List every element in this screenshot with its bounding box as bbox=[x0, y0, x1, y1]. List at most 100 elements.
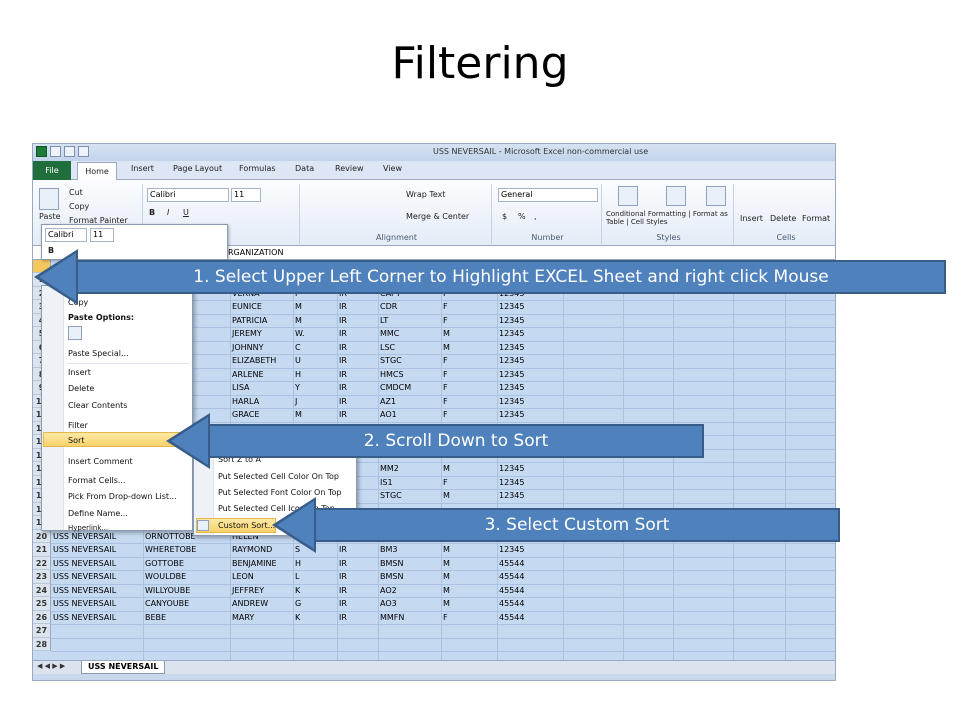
styles-buttons[interactable]: Conditional Formatting | Format as Table… bbox=[606, 210, 732, 226]
table-cell[interactable]: IS1 bbox=[380, 476, 393, 489]
table-cell[interactable]: 45544 bbox=[499, 584, 524, 597]
table-cell[interactable]: M bbox=[443, 462, 450, 475]
table-cell[interactable]: 12345 bbox=[499, 408, 524, 421]
tab-data[interactable]: Data bbox=[295, 164, 314, 173]
table-cell[interactable]: IR bbox=[339, 368, 347, 381]
menu-define-name[interactable]: Define Name... bbox=[68, 509, 128, 518]
table-cell[interactable]: USS NEVERSAIL bbox=[53, 570, 116, 583]
table-cell[interactable]: GRACE bbox=[232, 408, 259, 421]
table-cell[interactable]: 45544 bbox=[499, 570, 524, 583]
wrap-text-button[interactable]: Wrap Text bbox=[406, 190, 446, 199]
table-cell[interactable]: EUNICE bbox=[232, 300, 262, 313]
table-cell[interactable]: M bbox=[295, 314, 302, 327]
table-cell[interactable]: H bbox=[295, 368, 301, 381]
table-cell[interactable]: H bbox=[295, 557, 301, 570]
table-cell[interactable]: F bbox=[443, 300, 448, 313]
excel-icon[interactable] bbox=[36, 146, 47, 157]
format-table-icon[interactable] bbox=[666, 186, 686, 206]
sheet-nav-arrows[interactable]: ◀ ◀ ▶ ▶ bbox=[37, 662, 65, 670]
insert-cells-button[interactable]: Insert bbox=[740, 214, 763, 223]
table-cell[interactable]: U bbox=[295, 354, 301, 367]
custom-sort-item[interactable]: Custom Sort... bbox=[218, 521, 275, 530]
table-cell[interactable]: BEBE bbox=[145, 611, 166, 624]
table-cell[interactable]: M bbox=[295, 300, 302, 313]
table-cell[interactable]: HMCS bbox=[380, 368, 404, 381]
table-cell[interactable]: MMFN bbox=[380, 611, 404, 624]
menu-insert[interactable]: Insert bbox=[68, 368, 91, 377]
table-cell[interactable]: L bbox=[295, 570, 299, 583]
table-cell[interactable]: M bbox=[443, 489, 450, 502]
number-format-select[interactable]: General bbox=[498, 188, 598, 202]
row-header[interactable]: 21 bbox=[33, 543, 51, 557]
table-cell[interactable]: 12345 bbox=[499, 381, 524, 394]
table-cell[interactable]: LT bbox=[380, 314, 388, 327]
merge-center-button[interactable]: Merge & Center bbox=[406, 212, 469, 221]
table-cell[interactable]: WOULDBE bbox=[145, 570, 186, 583]
table-cell[interactable]: USS NEVERSAIL bbox=[53, 597, 116, 610]
table-cell[interactable]: M bbox=[443, 543, 450, 556]
table-cell[interactable]: AO3 bbox=[380, 597, 397, 610]
table-cell[interactable]: BMSN bbox=[380, 557, 403, 570]
table-cell[interactable]: K bbox=[295, 611, 300, 624]
table-cell[interactable]: Y bbox=[295, 381, 300, 394]
row-header[interactable]: 22 bbox=[33, 556, 51, 570]
table-cell[interactable]: IR bbox=[339, 300, 347, 313]
row-header[interactable]: 28 bbox=[33, 637, 51, 651]
tab-page-layout[interactable]: Page Layout bbox=[173, 164, 222, 173]
table-cell[interactable]: IR bbox=[339, 327, 347, 340]
table-cell[interactable]: 12345 bbox=[499, 354, 524, 367]
table-cell[interactable]: 12345 bbox=[499, 543, 524, 556]
table-cell[interactable]: PATRICIA bbox=[232, 314, 267, 327]
table-cell[interactable]: LISA bbox=[232, 381, 250, 394]
bold-button[interactable]: B bbox=[149, 208, 155, 217]
table-cell[interactable]: 12345 bbox=[499, 476, 524, 489]
table-cell[interactable]: W. bbox=[295, 327, 305, 340]
table-cell[interactable]: F bbox=[443, 354, 448, 367]
menu-delete[interactable]: Delete bbox=[68, 384, 94, 393]
table-cell[interactable]: 12345 bbox=[499, 462, 524, 475]
table-cell[interactable]: BMSN bbox=[380, 570, 403, 583]
table-cell[interactable]: 45544 bbox=[499, 597, 524, 610]
redo-icon[interactable] bbox=[78, 146, 89, 157]
table-cell[interactable]: 12345 bbox=[499, 341, 524, 354]
table-cell[interactable]: LEON bbox=[232, 570, 254, 583]
table-cell[interactable]: 12345 bbox=[499, 395, 524, 408]
table-cell[interactable]: IR bbox=[339, 341, 347, 354]
table-cell[interactable]: JEREMY bbox=[232, 327, 262, 340]
table-cell[interactable]: IR bbox=[339, 611, 347, 624]
menu-sort[interactable]: Sort bbox=[68, 436, 84, 445]
table-cell[interactable]: 12345 bbox=[499, 314, 524, 327]
table-cell[interactable]: IR bbox=[339, 570, 347, 583]
sheet-tab[interactable]: USS NEVERSAIL bbox=[81, 661, 166, 674]
table-cell[interactable]: IR bbox=[339, 584, 347, 597]
table-cell[interactable]: CANYOUBE bbox=[145, 597, 189, 610]
table-cell[interactable]: USS NEVERSAIL bbox=[53, 557, 116, 570]
table-cell[interactable]: M bbox=[295, 408, 302, 421]
table-cell[interactable]: F bbox=[443, 368, 448, 381]
table-cell[interactable]: MARY bbox=[232, 611, 254, 624]
table-cell[interactable]: IR bbox=[339, 557, 347, 570]
currency-button[interactable]: $ bbox=[502, 212, 507, 221]
table-cell[interactable]: WHERETOBE bbox=[145, 543, 196, 556]
table-cell[interactable]: F bbox=[443, 314, 448, 327]
table-cell[interactable]: M bbox=[443, 584, 450, 597]
table-cell[interactable]: F bbox=[443, 408, 448, 421]
table-cell[interactable]: BENJAMINE bbox=[232, 557, 277, 570]
row-header[interactable]: 27 bbox=[33, 624, 51, 638]
table-cell[interactable]: MM2 bbox=[380, 462, 399, 475]
row-header[interactable]: 23 bbox=[33, 570, 51, 584]
menu-paste-special[interactable]: Paste Special... bbox=[68, 349, 129, 358]
table-cell[interactable]: 45544 bbox=[499, 611, 524, 624]
table-cell[interactable]: 12345 bbox=[499, 489, 524, 502]
percent-button[interactable]: % bbox=[518, 212, 526, 221]
table-cell[interactable]: AZ1 bbox=[380, 395, 396, 408]
tab-view[interactable]: View bbox=[383, 164, 402, 173]
table-cell[interactable]: CDR bbox=[380, 300, 397, 313]
underline-button[interactable]: U bbox=[183, 208, 189, 217]
table-cell[interactable]: F bbox=[443, 381, 448, 394]
menu-filter[interactable]: Filter bbox=[68, 421, 88, 430]
table-cell[interactable]: M bbox=[443, 597, 450, 610]
comma-button[interactable]: , bbox=[534, 212, 537, 221]
tab-review[interactable]: Review bbox=[335, 164, 364, 173]
table-cell[interactable]: F bbox=[443, 395, 448, 408]
